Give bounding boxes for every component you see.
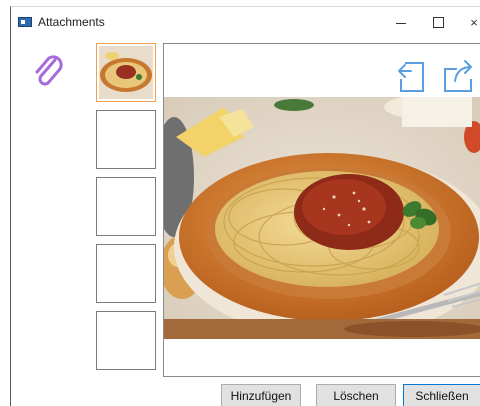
thumbnail-2[interactable]	[96, 110, 156, 169]
title-bar: Attachments ×	[11, 7, 480, 37]
minimize-icon	[396, 22, 406, 24]
attachment-preview	[163, 43, 480, 377]
export-icon[interactable]	[439, 57, 479, 97]
maximize-icon	[432, 16, 444, 28]
maximize-button[interactable]	[423, 11, 453, 33]
window-title: Attachments	[38, 15, 105, 29]
thumbnail-spaghetti-image	[97, 44, 155, 101]
preview-image	[164, 97, 480, 339]
close-button[interactable]: Schließen	[403, 384, 480, 406]
close-icon: ×	[470, 14, 478, 30]
close-window-button[interactable]: ×	[459, 11, 480, 33]
thumbnail-3[interactable]	[96, 177, 156, 236]
import-icon[interactable]	[391, 57, 431, 97]
thumbnail-1[interactable]	[96, 43, 156, 102]
delete-button[interactable]: Löschen	[316, 384, 396, 406]
attachments-window: Attachments × Hinzufügen Löschen Schließ…	[10, 6, 480, 406]
app-icon	[18, 17, 32, 27]
thumbnail-5[interactable]	[96, 311, 156, 370]
thumbnail-4[interactable]	[96, 244, 156, 303]
add-button[interactable]: Hinzufügen	[221, 384, 301, 406]
paperclip-icon	[35, 55, 63, 86]
minimize-button[interactable]	[386, 11, 416, 33]
